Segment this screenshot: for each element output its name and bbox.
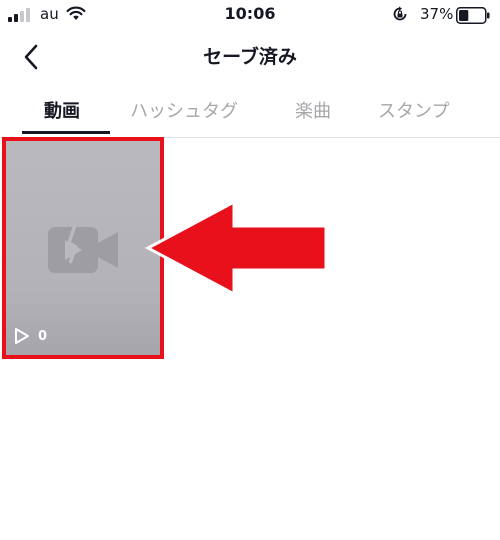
red-pointer-arrow: [144, 199, 328, 297]
tab-videos[interactable]: 動画: [44, 97, 80, 123]
active-tab-indicator: [22, 131, 110, 134]
rotation-lock-icon: [393, 6, 407, 21]
tab-music[interactable]: 楽曲: [295, 97, 331, 123]
play-icon: [15, 328, 29, 344]
status-bar: au 10:06 37%: [0, 0, 500, 32]
battery-percent: 37%: [420, 5, 454, 23]
saved-video-thumbnail[interactable]: 0: [2, 137, 164, 359]
play-count-value: 0: [38, 328, 48, 344]
broken-video-icon: [48, 224, 118, 273]
tab-hashtags[interactable]: ハッシュタグ: [130, 97, 238, 123]
play-count: 0: [14, 327, 47, 345]
battery-icon: [456, 7, 490, 24]
page-title: セーブ済み: [203, 46, 297, 68]
tab-stickers[interactable]: スタンプ: [378, 97, 449, 123]
